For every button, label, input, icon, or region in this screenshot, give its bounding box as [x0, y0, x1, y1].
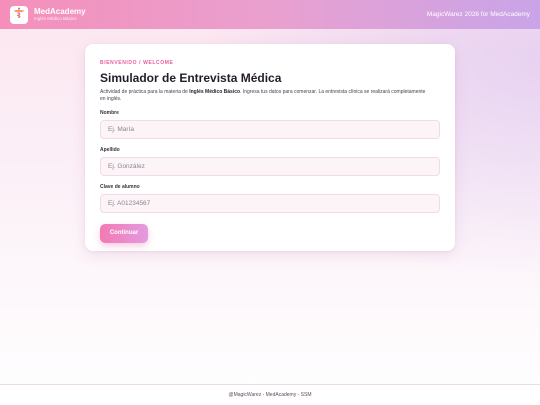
caduceus-icon — [13, 6, 25, 24]
student-id-label: Clave de alumno — [100, 183, 140, 190]
last-name-input[interactable] — [100, 156, 440, 176]
description-subject: Inglés Médico Básico — [189, 89, 241, 95]
welcome-eyebrow: BIENVENIDO / WELCOME — [100, 60, 174, 66]
welcome-card: BIENVENIDO / WELCOME Simulador de Entrev… — [85, 44, 455, 251]
brand-subtitle: Inglés Médico Básico — [34, 15, 77, 21]
description-prefix: Actividad de práctica para la materia de — [100, 89, 190, 95]
page-description: Actividad de práctica para la materia de… — [100, 89, 430, 103]
header-credit: MagicWarez 2026 for MedAcademy — [426, 11, 530, 18]
continue-button[interactable]: Continuar — [100, 223, 148, 243]
student-id-input[interactable] — [100, 193, 440, 213]
first-name-input[interactable] — [100, 119, 440, 139]
page-title: Simulador de Entrevista Médica — [100, 71, 282, 85]
page-footer: @MagicWarez - MedAcademy - SSM — [0, 384, 540, 405]
brand-title: MedAcademy — [34, 6, 86, 16]
first-name-label: Nombre — [100, 109, 119, 116]
last-name-label: Apellido — [100, 146, 120, 153]
app-header: MedAcademy Inglés Médico Básico MagicWar… — [0, 0, 540, 29]
app-logo — [10, 5, 28, 24]
footer-text: @MagicWarez - MedAcademy - SSM — [228, 392, 312, 398]
brand: MedAcademy Inglés Médico Básico — [34, 6, 86, 22]
